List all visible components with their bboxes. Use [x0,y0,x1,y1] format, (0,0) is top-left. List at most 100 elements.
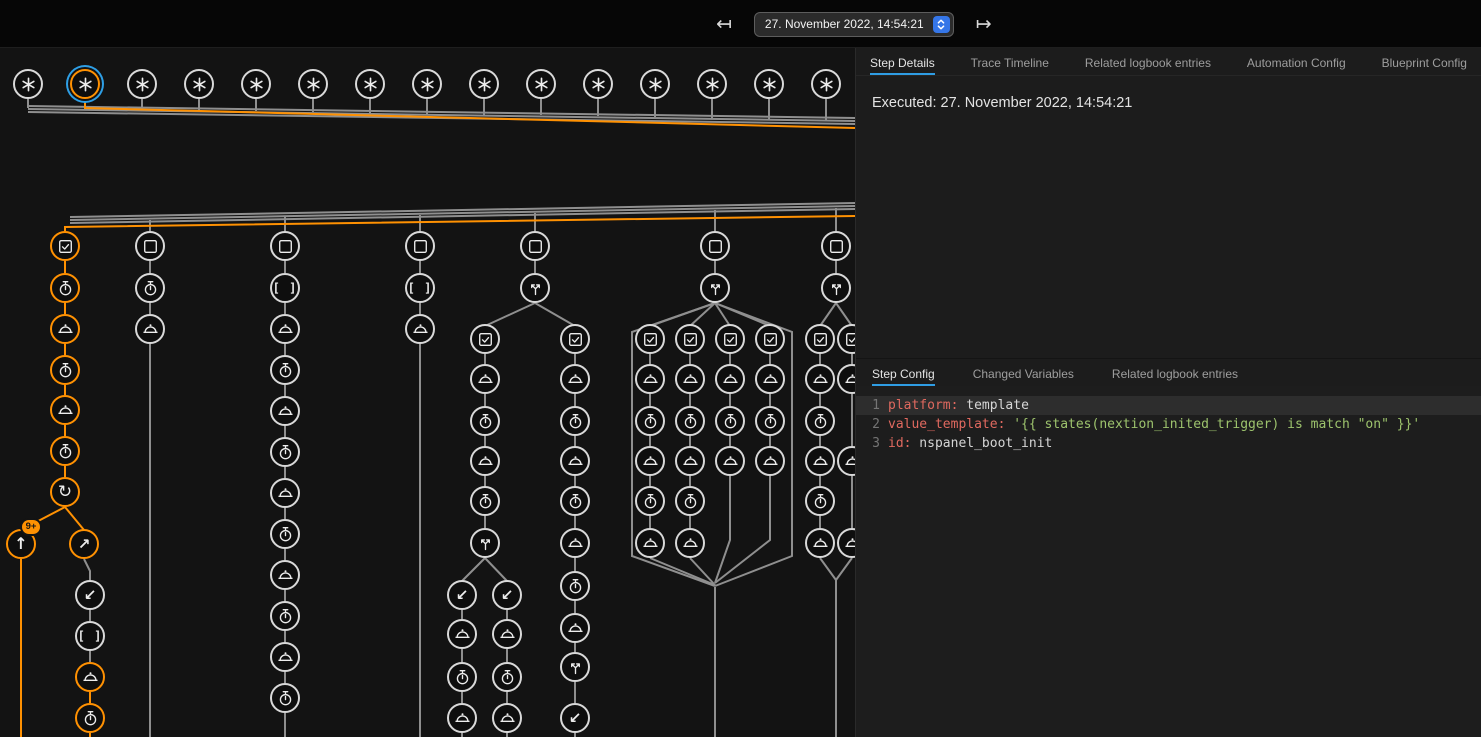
trace-node-brackets[interactable]: [ ] [405,273,435,303]
trace-node-timer[interactable] [560,571,590,601]
trace-node-cloche[interactable] [715,446,745,476]
trace-node-cloche[interactable] [270,560,300,590]
trace-node-arrow-decision[interactable] [560,652,590,682]
trace-node-timer[interactable] [635,406,665,436]
trace-node-checkbox-marked[interactable] [675,324,705,354]
trace-node-asterisk[interactable] [526,69,556,99]
trace-node-cloche[interactable] [560,364,590,394]
tab-config-related-logbook-entries[interactable]: Related logbook entries [1112,359,1238,386]
trace-node-cloche[interactable] [675,528,705,558]
trace-node-checkbox-marked[interactable] [470,324,500,354]
trace-node-timer[interactable] [270,437,300,467]
trace-node-asterisk[interactable] [412,69,442,99]
trace-node-timer[interactable] [715,406,745,436]
trace-node-brackets[interactable]: [ ] [270,273,300,303]
next-run-button[interactable]: ↦ [972,13,996,36]
trace-node-arrow-decision[interactable] [470,528,500,558]
trace-node-arrow-bottom-left[interactable]: ↙ [492,580,522,610]
trace-node-checkbox-blank[interactable] [135,231,165,261]
trace-node-timer[interactable] [675,486,705,516]
trace-node-checkbox-blank[interactable] [700,231,730,261]
trace-node-timer[interactable] [675,406,705,436]
trace-node-timer[interactable] [492,662,522,692]
trace-node-cloche[interactable] [675,446,705,476]
trace-node-cloche[interactable] [755,446,785,476]
tab-related-logbook-entries[interactable]: Related logbook entries [1085,48,1211,75]
trace-node-timer[interactable] [50,436,80,466]
trace-node-cloche[interactable] [560,528,590,558]
tab-step-details[interactable]: Step Details [870,48,935,75]
trace-node-timer[interactable] [470,486,500,516]
trace-node-asterisk[interactable] [583,69,613,99]
trace-node-checkbox-marked[interactable] [560,324,590,354]
trace-node-cloche[interactable] [50,395,80,425]
trace-node-checkbox-blank[interactable] [821,231,851,261]
trace-node-cloche[interactable] [635,364,665,394]
trace-node-cloche[interactable] [715,364,745,394]
trace-node-cloche[interactable] [805,364,835,394]
trace-node-timer[interactable] [470,406,500,436]
trace-node-timer[interactable] [50,355,80,385]
trace-node-checkbox-blank[interactable] [270,231,300,261]
trace-node-repeat[interactable]: ↻ [50,477,80,507]
trace-node-asterisk[interactable] [811,69,841,99]
trace-node-timer[interactable] [560,486,590,516]
trace-node-arrow-bottom-left[interactable]: ↙ [75,580,105,610]
trace-node-arrow-decision[interactable] [520,273,550,303]
trace-node-cloche[interactable] [270,642,300,672]
trace-node-timer[interactable] [270,601,300,631]
trace-node-timer[interactable] [50,273,80,303]
previous-run-button[interactable]: ↤ [712,13,736,36]
trace-node-cloche[interactable] [805,446,835,476]
trace-node-asterisk[interactable] [697,69,727,99]
trace-node-arrow-decision[interactable] [700,273,730,303]
trace-node-timer[interactable] [805,486,835,516]
trace-node-cloche[interactable] [405,314,435,344]
trace-node-cloche[interactable] [270,396,300,426]
trace-node-timer[interactable] [560,406,590,436]
trace-node-checkbox-marked[interactable] [715,324,745,354]
tab-step-config[interactable]: Step Config [872,359,935,386]
trace-node-asterisk[interactable] [298,69,328,99]
trace-node-cloche[interactable] [270,314,300,344]
trace-node-timer[interactable] [135,273,165,303]
trace-node-checkbox-marked[interactable] [635,324,665,354]
trace-node-checkbox-blank[interactable] [405,231,435,261]
trace-node-cloche[interactable] [492,703,522,733]
trace-node-timer[interactable] [270,519,300,549]
trace-node-cloche[interactable] [75,662,105,692]
trace-node-cloche[interactable] [447,703,477,733]
trace-node-cloche[interactable] [560,446,590,476]
trace-node-asterisk[interactable] [469,69,499,99]
trace-node-asterisk[interactable] [13,69,43,99]
trace-node-arrow-decision[interactable] [821,273,851,303]
trace-node-cloche[interactable] [50,314,80,344]
tab-blueprint-config[interactable]: Blueprint Config [1382,48,1467,75]
trace-node-cloche[interactable] [470,364,500,394]
trace-node-cloche[interactable] [492,619,522,649]
tab-changed-variables[interactable]: Changed Variables [973,359,1074,386]
trace-node-checkbox-marked[interactable] [50,231,80,261]
tab-automation-config[interactable]: Automation Config [1247,48,1346,75]
trace-node-asterisk[interactable] [184,69,214,99]
trace-node-arrow-top-right[interactable]: ↗ [69,529,99,559]
trace-node-timer[interactable] [75,703,105,733]
trace-node-cloche[interactable] [635,528,665,558]
trace-node-cloche[interactable] [270,478,300,508]
trace-node-checkbox-blank[interactable] [520,231,550,261]
trace-node-asterisk[interactable] [355,69,385,99]
trace-node-timer[interactable] [755,406,785,436]
trace-node-asterisk[interactable] [640,69,670,99]
trace-node-asterisk[interactable] [754,69,784,99]
trace-node-asterisk[interactable] [241,69,271,99]
tab-trace-timeline[interactable]: Trace Timeline [971,48,1049,75]
trace-node-brackets[interactable]: [ ] [75,621,105,651]
trace-node-cloche[interactable] [135,314,165,344]
trace-node-asterisk[interactable] [127,69,157,99]
trace-node-asterisk[interactable] [70,69,100,99]
trace-node-timer[interactable] [805,406,835,436]
run-select[interactable]: 27. November 2022, 14:54:21 [754,12,954,37]
trace-node-arrow-bottom-left[interactable]: ↙ [560,703,590,733]
trace-node-cloche[interactable] [805,528,835,558]
trace-node-timer[interactable] [447,662,477,692]
